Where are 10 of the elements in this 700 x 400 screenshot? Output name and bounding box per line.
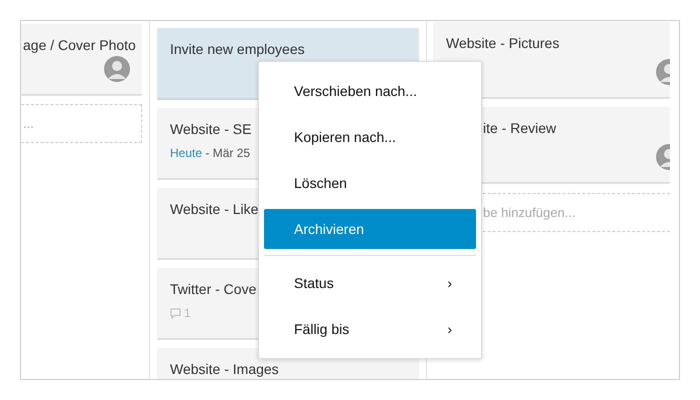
card-title: age / Cover Photo xyxy=(23,36,136,54)
card-title: Twitter - Cove xyxy=(170,280,256,298)
card-title: Website - Images xyxy=(170,360,279,378)
card-title: Invite new employees xyxy=(170,40,305,58)
due-date: Heute - Mär 25 xyxy=(170,146,252,160)
card-title: Website - SE xyxy=(170,120,252,138)
card-title: Website - Pictures xyxy=(446,34,560,52)
card-title: ite - Review xyxy=(483,119,556,137)
comment-count: 1 xyxy=(184,306,191,320)
card-title: Website - Like xyxy=(170,200,258,218)
